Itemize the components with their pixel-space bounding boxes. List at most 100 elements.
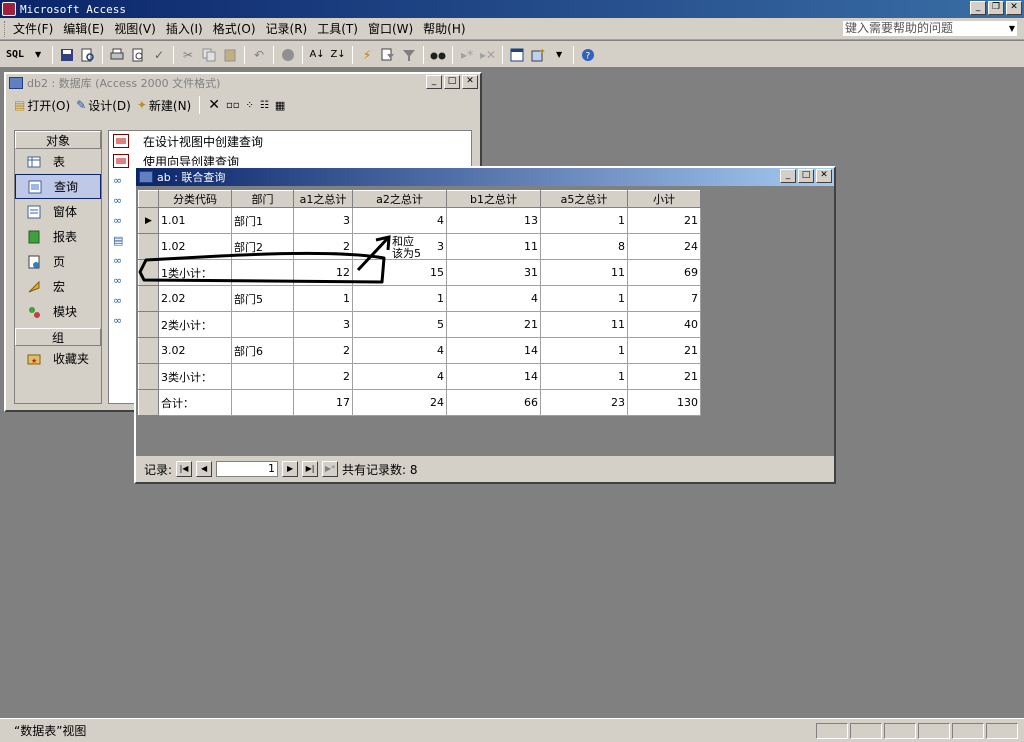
large-icons-button[interactable]: ▫▫ <box>226 100 240 111</box>
small-icons-button[interactable]: ⁘ <box>246 100 254 111</box>
list-item[interactable]: 在设计视图中创建查询 <box>109 131 471 151</box>
table-cell[interactable]: 23 <box>540 389 628 416</box>
table-cell[interactable]: 14 <box>446 337 541 364</box>
query-minimize-button[interactable]: _ <box>780 169 796 183</box>
new-button[interactable]: ✦ 新建(N) <box>137 97 191 114</box>
cut-icon[interactable]: ✂ <box>179 46 197 64</box>
table-cell[interactable]: 12 <box>293 259 353 286</box>
print-icon[interactable] <box>108 46 126 64</box>
table-cell[interactable]: 66 <box>446 389 541 416</box>
undo-icon[interactable]: ↶ <box>250 46 268 64</box>
table-cell[interactable]: 1 <box>540 207 628 234</box>
row-selector[interactable] <box>138 233 159 260</box>
menu-insert[interactable]: 插入(I) <box>166 20 213 37</box>
row-selector[interactable] <box>138 285 159 312</box>
query-window-title-bar[interactable]: ab : 联合查询 _ □ ✕ <box>136 168 834 186</box>
table-cell[interactable]: 69 <box>627 259 701 286</box>
save-icon[interactable] <box>58 46 76 64</box>
column-header[interactable]: a1之总计 <box>293 190 353 208</box>
group-favorites[interactable]: ★ 收藏夹 <box>15 346 101 371</box>
table-cell[interactable] <box>231 389 294 416</box>
design-button[interactable]: ✎ 设计(D) <box>76 97 131 114</box>
table-cell[interactable]: 3.02 <box>158 337 232 364</box>
sort-descending-icon[interactable]: Z↓ <box>329 46 347 64</box>
filter-by-form-icon[interactable] <box>379 46 397 64</box>
menu-records[interactable]: 记录(R) <box>266 20 318 37</box>
object-tables[interactable]: 表 <box>15 149 101 174</box>
query-maximize-button[interactable]: □ <box>798 169 814 183</box>
database-window-icon[interactable] <box>508 46 526 64</box>
help-question-input[interactable]: 键入需要帮助的问题 ▼ <box>842 20 1018 37</box>
menu-edit[interactable]: 编辑(E) <box>63 20 114 37</box>
object-queries[interactable]: 查询 <box>15 174 101 199</box>
row-selector[interactable] <box>138 363 159 390</box>
table-cell[interactable]: 1 <box>540 337 628 364</box>
table-cell[interactable]: 合计： <box>158 389 232 416</box>
sql-view-button[interactable]: SQL <box>4 49 26 60</box>
row-selector[interactable] <box>138 337 159 364</box>
column-header[interactable]: a2之总计 <box>352 190 447 208</box>
print-preview-icon[interactable] <box>129 46 147 64</box>
column-header[interactable]: b1之总计 <box>446 190 541 208</box>
menu-format[interactable]: 格式(O) <box>213 20 266 37</box>
app-close-button[interactable]: ✕ <box>1006 1 1022 15</box>
menu-grip[interactable] <box>4 20 7 37</box>
table-cell[interactable]: 24 <box>627 233 701 260</box>
last-record-button[interactable]: ▶| <box>302 461 319 477</box>
filter-icon[interactable] <box>400 46 418 64</box>
spelling-icon[interactable]: ✓ <box>150 46 168 64</box>
table-cell[interactable]: 15 <box>352 259 447 286</box>
select-all-corner[interactable] <box>138 190 159 208</box>
menu-window[interactable]: 窗口(W) <box>368 20 423 37</box>
paste-icon[interactable] <box>221 46 239 64</box>
table-cell[interactable]: 4 <box>352 363 447 390</box>
table-cell[interactable]: 11 <box>540 311 628 338</box>
list-view-button[interactable]: ☷ <box>260 100 269 111</box>
table-cell[interactable] <box>231 259 294 286</box>
next-record-button[interactable]: ▶ <box>282 461 299 477</box>
table-cell[interactable]: 4 <box>352 337 447 364</box>
table-cell[interactable]: 8 <box>540 233 628 260</box>
new-record-icon[interactable]: ▸* <box>458 46 476 64</box>
db-maximize-button[interactable]: □ <box>444 75 460 89</box>
table-cell[interactable]: 21 <box>627 207 701 234</box>
app-restore-button[interactable]: ❐ <box>988 1 1004 15</box>
menu-file[interactable]: 文件(F) <box>13 20 63 37</box>
details-view-button[interactable]: ▦ <box>275 99 285 112</box>
table-cell[interactable]: 21 <box>627 363 701 390</box>
chevron-down-icon[interactable]: ▼ <box>29 46 47 64</box>
table-cell[interactable]: 1类小计： <box>158 259 232 286</box>
table-cell[interactable]: 40 <box>627 311 701 338</box>
table-cell[interactable] <box>231 311 294 338</box>
table-cell[interactable]: 1 <box>540 285 628 312</box>
row-selector[interactable] <box>138 259 159 286</box>
object-modules[interactable]: 模块 <box>15 299 101 324</box>
open-button[interactable]: ▤ 打开(O) <box>14 97 70 114</box>
table-cell[interactable]: 11 <box>540 259 628 286</box>
filter-by-selection-icon[interactable]: ⚡ <box>358 46 376 64</box>
table-cell[interactable]: 5 <box>352 311 447 338</box>
table-cell[interactable]: 部门2 <box>231 233 294 260</box>
current-record-input[interactable]: 1 <box>216 461 279 477</box>
table-cell[interactable]: 3 <box>293 311 353 338</box>
table-cell[interactable]: 17 <box>293 389 353 416</box>
row-selector[interactable]: ▶ <box>138 207 159 234</box>
table-cell[interactable]: 1.01 <box>158 207 232 234</box>
object-reports[interactable]: 报表 <box>15 224 101 249</box>
chevron-down-icon[interactable]: ▼ <box>550 46 568 64</box>
delete-record-icon[interactable]: ▸✕ <box>479 46 497 64</box>
first-record-button[interactable]: |◀ <box>176 461 193 477</box>
table-cell[interactable]: 2 <box>293 363 353 390</box>
help-icon[interactable]: ? <box>579 46 597 64</box>
chevron-down-icon[interactable]: ▼ <box>1009 21 1015 36</box>
column-header[interactable]: 分类代码 <box>158 190 232 208</box>
table-cell[interactable]: 14 <box>446 363 541 390</box>
row-selector[interactable] <box>138 389 159 416</box>
table-cell[interactable]: 11 <box>446 233 541 260</box>
table-cell[interactable]: 31 <box>446 259 541 286</box>
table-cell[interactable]: 2 <box>293 337 353 364</box>
table-cell[interactable]: 130 <box>627 389 701 416</box>
table-cell[interactable]: 3 <box>293 207 353 234</box>
table-cell[interactable]: 2.02 <box>158 285 232 312</box>
database-window-title-bar[interactable]: db2 : 数据库 (Access 2000 文件格式) _ □ ✕ <box>6 74 480 92</box>
